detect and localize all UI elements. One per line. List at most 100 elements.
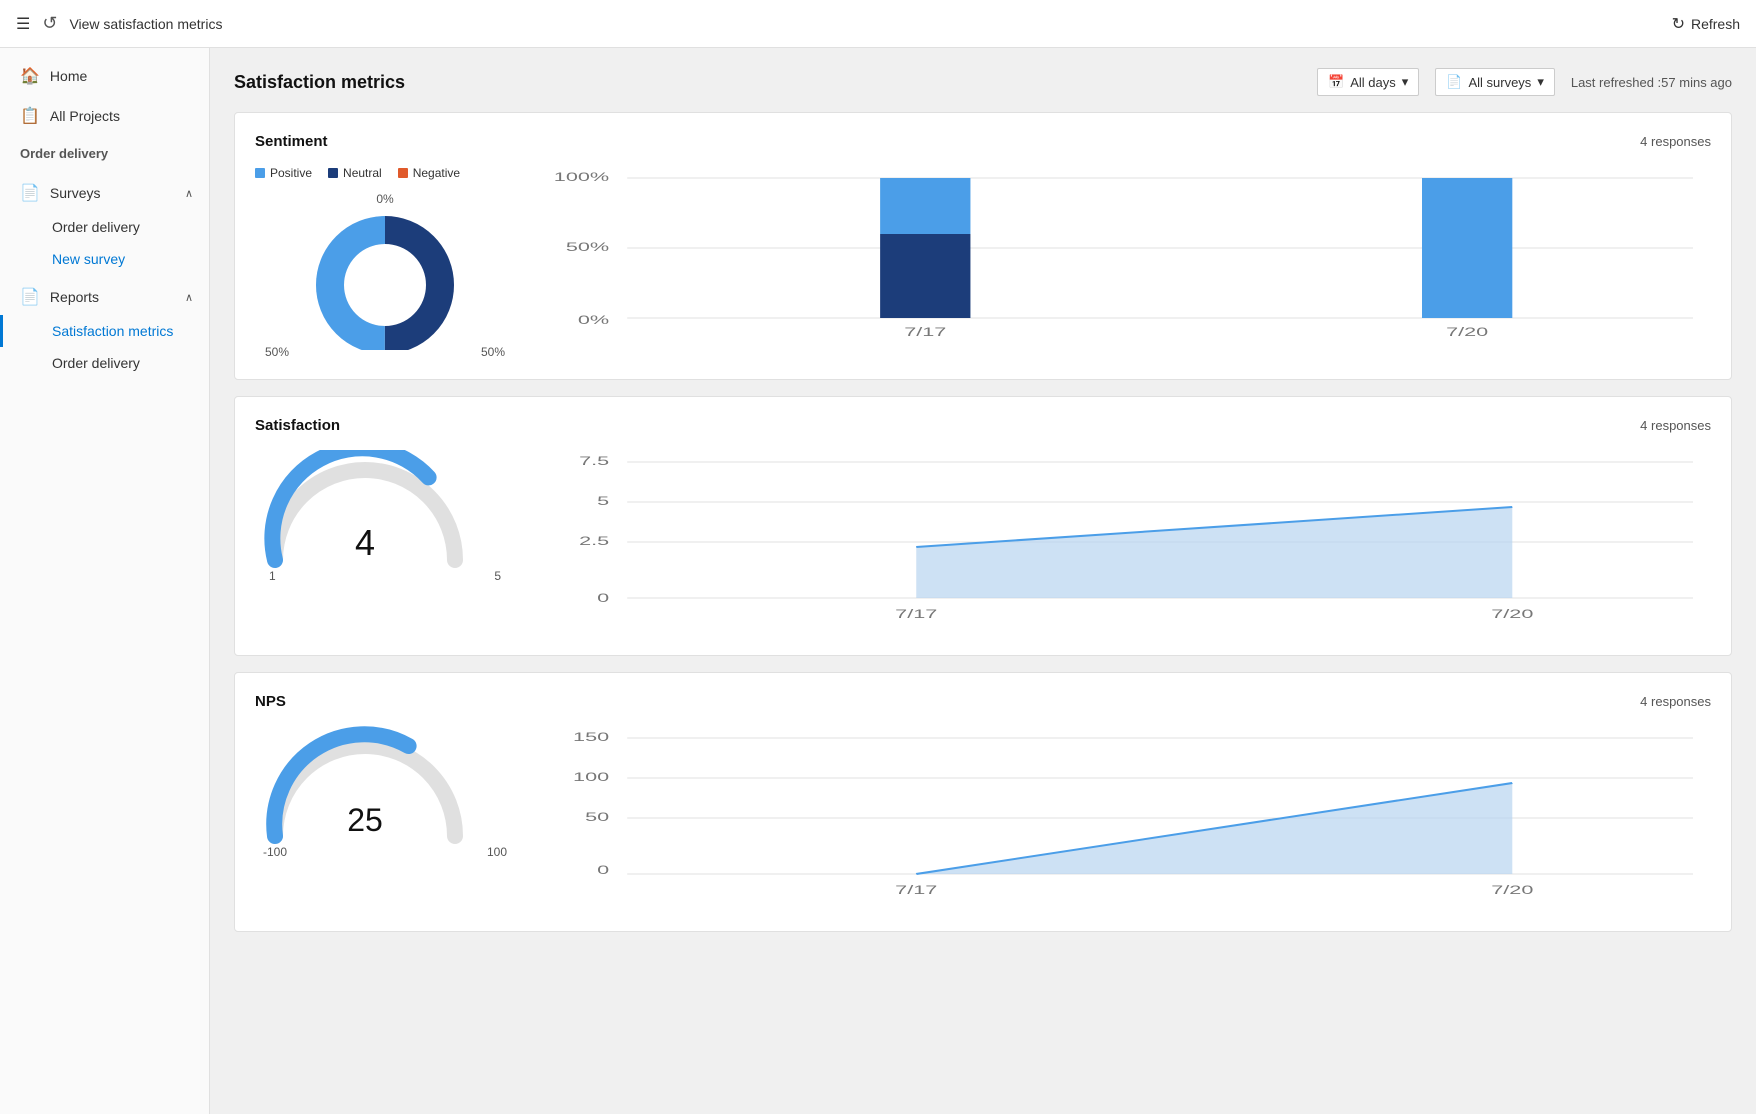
svg-text:25: 25 (347, 802, 383, 838)
sentiment-title: Sentiment (255, 133, 328, 150)
svg-text:7/17: 7/17 (895, 883, 937, 897)
svg-text:150: 150 (573, 730, 609, 744)
sidebar-group-reports: 📄 Reports ∧ Satisfaction metrics Order d… (0, 279, 209, 379)
donut-right-label: 50% (481, 345, 505, 359)
sentiment-card-header: Sentiment 4 responses (255, 133, 1711, 150)
nps-card-header: NPS 4 responses (255, 693, 1711, 710)
negative-label: Negative (413, 166, 460, 180)
home-icon: 🏠 (20, 66, 40, 86)
surveys-icon: 📄 (20, 183, 40, 203)
page-header: Satisfaction metrics 📅 All days ▾ 📄 All … (234, 68, 1732, 96)
sentiment-chart-right: 100% 50% 0% 7/17 (555, 166, 1711, 351)
donut-chart-svg (305, 210, 465, 350)
page-header-controls: 📅 All days ▾ 📄 All surveys ▾ Last refres… (1317, 68, 1732, 96)
content-area: Satisfaction metrics 📅 All days ▾ 📄 All … (210, 48, 1756, 1114)
svg-text:2.5: 2.5 (579, 534, 609, 548)
gauge-max-label: 5 (494, 569, 501, 583)
svg-text:50%: 50% (566, 240, 609, 254)
nps-gauge-min: -100 (263, 845, 287, 859)
nps-title: NPS (255, 693, 286, 710)
positive-label: Positive (270, 166, 312, 180)
sentiment-card: Sentiment 4 responses Positive Neutral (234, 112, 1732, 380)
svg-text:0%: 0% (578, 313, 609, 327)
sentiment-bar-chart: 100% 50% 0% 7/17 (555, 166, 1711, 346)
sidebar-item-satisfaction-metrics[interactable]: Satisfaction metrics (0, 315, 209, 347)
order-delivery-report-label: Order delivery (52, 355, 140, 371)
svg-text:5: 5 (597, 494, 609, 508)
breadcrumb-text: View satisfaction metrics (69, 16, 222, 32)
svg-text:7/17: 7/17 (895, 607, 937, 621)
svg-text:100: 100 (573, 770, 609, 784)
surveys-chevron-icon: ∧ (185, 187, 193, 200)
donut-left-label: 50% (265, 345, 289, 359)
sidebar-item-home[interactable]: 🏠 Home (0, 56, 209, 96)
neutral-dot (328, 168, 338, 178)
nps-responses: 4 responses (1640, 694, 1711, 709)
svg-text:0: 0 (597, 863, 609, 877)
satisfaction-chart-right: 7.5 5 2.5 0 (555, 450, 1711, 635)
days-chevron-icon: ▾ (1402, 74, 1409, 90)
satisfaction-responses: 4 responses (1640, 418, 1711, 433)
sidebar-section-header: Order delivery (0, 136, 209, 171)
days-filter-label: All days (1350, 75, 1396, 90)
surveys-chevron-icon: ▾ (1537, 74, 1544, 90)
nps-gauge: 25 (255, 726, 475, 856)
sidebar-group-surveys: 📄 Surveys ∧ Order delivery New survey (0, 175, 209, 275)
sidebar-reports-label: Reports (50, 289, 99, 305)
sidebar-group-reports-header[interactable]: 📄 Reports ∧ (0, 279, 209, 315)
sidebar-item-order-delivery-survey[interactable]: Order delivery (0, 211, 209, 243)
satisfaction-title: Satisfaction (255, 417, 340, 434)
breadcrumb-icon: ↺ (42, 13, 57, 34)
sentiment-card-body: Positive Neutral Negative 0% (255, 166, 1711, 359)
sidebar-item-order-delivery-report[interactable]: Order delivery (0, 347, 209, 379)
gauge-min-label: 1 (269, 569, 276, 583)
svg-text:7/17: 7/17 (904, 325, 946, 339)
positive-dot (255, 168, 265, 178)
svg-text:50: 50 (585, 810, 609, 824)
legend-negative: Negative (398, 166, 460, 180)
days-filter-button[interactable]: 📅 All days ▾ (1317, 68, 1419, 96)
nps-card-body: 25 -100 100 150 100 50 0 (255, 726, 1711, 911)
top-bar: ☰ ↺ View satisfaction metrics ↻ Refresh (0, 0, 1756, 48)
sidebar-item-all-projects[interactable]: 📋 All Projects (0, 96, 209, 136)
surveys-filter-button[interactable]: 📄 All surveys ▾ (1435, 68, 1555, 96)
satisfaction-gauge: 4 (255, 450, 475, 580)
neutral-label: Neutral (343, 166, 382, 180)
satisfaction-card-body: 4 1 5 7.5 5 2.5 0 (255, 450, 1711, 635)
refresh-button[interactable]: ↻ Refresh (1672, 14, 1740, 34)
refresh-icon: ↻ (1672, 14, 1685, 34)
reports-chevron-icon: ∧ (185, 291, 193, 304)
satisfaction-card-header: Satisfaction 4 responses (255, 417, 1711, 434)
calendar-icon: 📅 (1328, 74, 1344, 90)
main-layout: 🏠 Home 📋 All Projects Order delivery 📄 S… (0, 48, 1756, 1114)
nps-card: NPS 4 responses 25 -100 (234, 672, 1732, 932)
sidebar-item-new-survey[interactable]: New survey (0, 243, 209, 275)
sidebar-projects-label: All Projects (50, 108, 120, 124)
nps-chart-right: 150 100 50 0 (555, 726, 1711, 911)
new-survey-label: New survey (52, 251, 125, 267)
svg-text:4: 4 (355, 522, 375, 563)
sentiment-chart-left: Positive Neutral Negative 0% (255, 166, 515, 359)
sidebar-home-label: Home (50, 68, 87, 84)
projects-icon: 📋 (20, 106, 40, 126)
sidebar-surveys-label: Surveys (50, 185, 101, 201)
svg-text:7/20: 7/20 (1491, 883, 1533, 897)
hamburger-icon[interactable]: ☰ (16, 14, 30, 34)
surveys-filter-icon: 📄 (1446, 74, 1462, 90)
svg-text:7.5: 7.5 (579, 454, 609, 468)
sidebar: 🏠 Home 📋 All Projects Order delivery 📄 S… (0, 48, 210, 1114)
satisfaction-card: Satisfaction 4 responses 4 (234, 396, 1732, 656)
svg-text:7/20: 7/20 (1491, 607, 1533, 621)
last-refreshed: Last refreshed :57 mins ago (1571, 75, 1732, 90)
reports-icon: 📄 (20, 287, 40, 307)
donut-wrapper: 0% 50% (255, 192, 515, 359)
nps-gauge-max: 100 (487, 845, 507, 859)
refresh-label: Refresh (1691, 16, 1740, 32)
sidebar-group-surveys-header[interactable]: 📄 Surveys ∧ (0, 175, 209, 211)
svg-text:100%: 100% (555, 170, 609, 184)
page-title: Satisfaction metrics (234, 72, 405, 93)
satisfaction-chart-left: 4 1 5 (255, 450, 515, 583)
donut-top-label: 0% (255, 192, 515, 206)
satisfaction-metrics-label: Satisfaction metrics (52, 323, 173, 339)
order-delivery-survey-label: Order delivery (52, 219, 140, 235)
